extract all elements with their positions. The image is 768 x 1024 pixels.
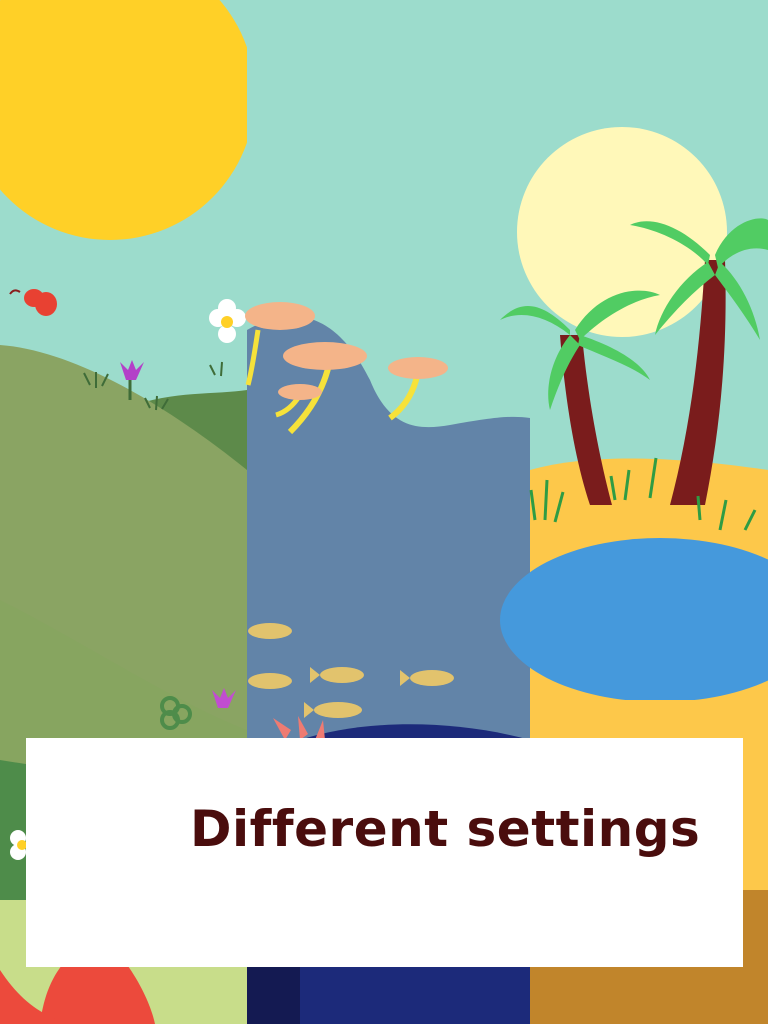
caption-title: Different settings (190, 800, 701, 858)
